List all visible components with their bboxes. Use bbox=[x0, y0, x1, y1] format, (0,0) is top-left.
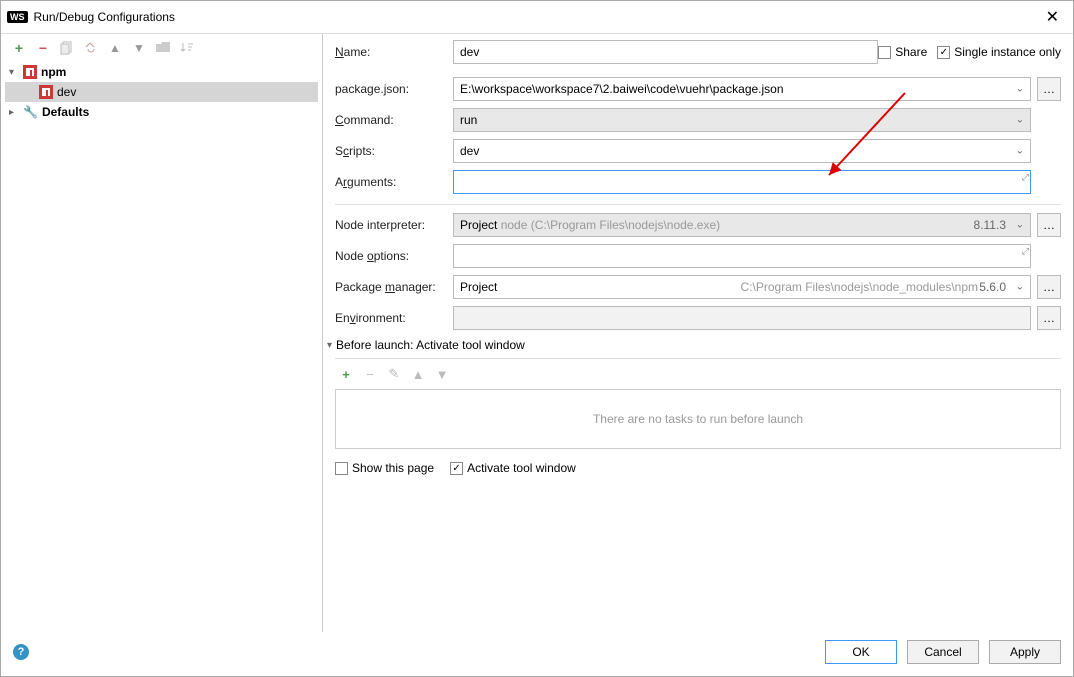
package-manager-label: Package manager: bbox=[335, 280, 453, 294]
empty-message: There are no tasks to run before launch bbox=[593, 412, 803, 426]
tree-label: dev bbox=[57, 85, 76, 99]
npm-icon bbox=[23, 65, 37, 79]
chevron-down-icon: ⌄ bbox=[1016, 146, 1024, 157]
expand-arrow-icon[interactable]: ▾ bbox=[9, 67, 19, 78]
arguments-label: Arguments: bbox=[335, 175, 453, 189]
name-input[interactable] bbox=[453, 40, 878, 64]
move-down-icon[interactable]: ▼ bbox=[131, 40, 147, 56]
remove-task-icon[interactable]: − bbox=[363, 367, 377, 381]
window-title: Run/Debug Configurations bbox=[34, 10, 175, 24]
scripts-select[interactable]: dev ⌄ bbox=[453, 139, 1031, 163]
expand-arrow-icon[interactable]: ▸ bbox=[9, 107, 19, 118]
environment-input[interactable] bbox=[453, 306, 1031, 330]
move-up-icon[interactable]: ▲ bbox=[411, 367, 425, 381]
scripts-label: Scripts: bbox=[335, 144, 453, 158]
config-form: Name: Share ✓Single instance only packag… bbox=[323, 34, 1073, 632]
folder-icon[interactable] bbox=[155, 40, 171, 56]
package-json-field[interactable]: E:\workspace\workspace7\2.baiwei\code\vu… bbox=[453, 77, 1031, 101]
tree-node-dev[interactable]: dev bbox=[5, 82, 318, 102]
chevron-down-icon: ⌄ bbox=[1016, 84, 1024, 95]
show-this-page-checkbox[interactable]: Show this page bbox=[335, 461, 434, 475]
before-launch-toolbar: + − ✎ ▲ ▼ bbox=[335, 365, 1061, 389]
node-interpreter-label: Node interpreter: bbox=[335, 218, 453, 232]
wrench-icon: 🔧 bbox=[23, 105, 38, 119]
before-launch-section[interactable]: ▾ Before launch: Activate tool window bbox=[327, 338, 1061, 352]
cancel-button[interactable]: Cancel bbox=[907, 640, 979, 664]
move-up-icon[interactable]: ▲ bbox=[107, 40, 123, 56]
browse-button[interactable]: … bbox=[1037, 306, 1061, 330]
dialog-footer: ? OK Cancel Apply bbox=[1, 632, 1073, 676]
copy-config-icon[interactable] bbox=[59, 40, 75, 56]
remove-config-icon[interactable]: − bbox=[35, 40, 51, 56]
tree-node-npm[interactable]: ▾ npm bbox=[5, 62, 318, 82]
sort-icon[interactable] bbox=[179, 40, 195, 56]
app-badge-icon: WS bbox=[7, 11, 28, 23]
edit-task-icon[interactable]: ✎ bbox=[387, 367, 401, 381]
tree-label: npm bbox=[41, 65, 66, 79]
expand-icon[interactable]: ⤢ bbox=[1022, 246, 1029, 257]
tree-label: Defaults bbox=[42, 105, 89, 119]
configurations-sidebar: + − ▲ ▼ ▾ npm bbox=[1, 34, 323, 632]
browse-button[interactable]: … bbox=[1037, 213, 1061, 237]
config-tree[interactable]: ▾ npm dev ▸ 🔧 Defaults bbox=[1, 62, 322, 632]
sidebar-toolbar: + − ▲ ▼ bbox=[1, 34, 322, 62]
apply-button[interactable]: Apply bbox=[989, 640, 1061, 664]
environment-label: Environment: bbox=[335, 311, 453, 325]
chevron-down-icon: ⌄ bbox=[1016, 115, 1024, 126]
ok-button[interactable]: OK bbox=[825, 640, 897, 664]
share-checkbox[interactable]: Share bbox=[878, 45, 927, 59]
chevron-down-icon: ⌄ bbox=[1016, 220, 1024, 231]
command-label: Command: bbox=[335, 113, 453, 127]
chevron-down-icon: ⌄ bbox=[1016, 282, 1024, 293]
add-task-icon[interactable]: + bbox=[339, 367, 353, 381]
node-options-input[interactable] bbox=[453, 244, 1031, 268]
activate-tool-window-checkbox[interactable]: ✓Activate tool window bbox=[450, 461, 576, 475]
command-select[interactable]: run ⌄ bbox=[453, 108, 1031, 132]
package-manager-select[interactable]: Project C:\Program Files\nodejs\node_mod… bbox=[453, 275, 1031, 299]
package-json-label: package.json: bbox=[335, 82, 453, 96]
node-options-label: Node options: bbox=[335, 249, 453, 263]
expand-icon[interactable]: ⤢ bbox=[1022, 172, 1029, 183]
move-down-icon[interactable]: ▼ bbox=[435, 367, 449, 381]
browse-button[interactable]: … bbox=[1037, 275, 1061, 299]
add-config-icon[interactable]: + bbox=[11, 40, 27, 56]
tree-node-defaults[interactable]: ▸ 🔧 Defaults bbox=[5, 102, 318, 122]
single-instance-checkbox[interactable]: ✓Single instance only bbox=[937, 45, 1061, 59]
name-label: Name: bbox=[335, 45, 453, 59]
npm-icon bbox=[39, 85, 53, 99]
node-interpreter-select[interactable]: Project node (C:\Program Files\nodejs\no… bbox=[453, 213, 1031, 237]
collapse-arrow-icon[interactable]: ▾ bbox=[327, 340, 332, 351]
help-icon[interactable]: ? bbox=[13, 644, 29, 660]
close-icon[interactable]: ✕ bbox=[1042, 7, 1063, 27]
save-config-icon[interactable] bbox=[83, 40, 99, 56]
before-launch-list[interactable]: There are no tasks to run before launch bbox=[335, 389, 1061, 449]
browse-button[interactable]: … bbox=[1037, 77, 1061, 101]
arguments-input[interactable] bbox=[453, 170, 1031, 194]
titlebar: WS Run/Debug Configurations ✕ bbox=[1, 1, 1073, 34]
